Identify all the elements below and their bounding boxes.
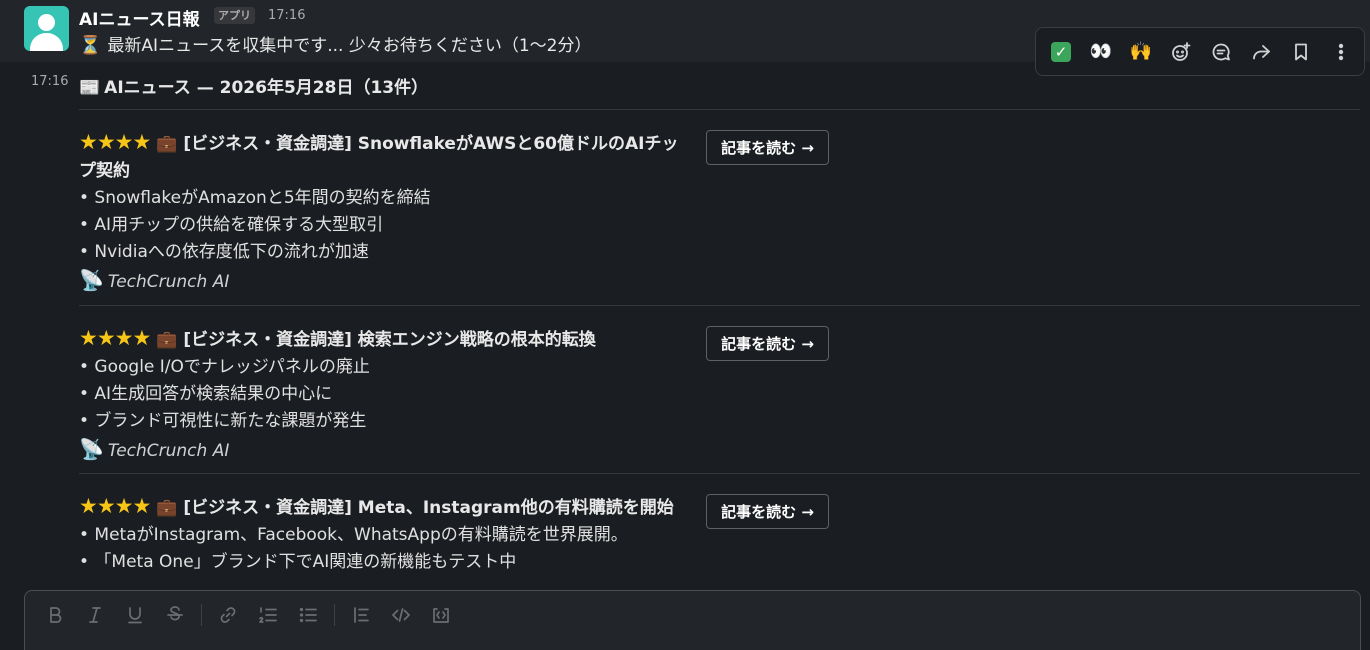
article-card: ★★★★ 💼 [ビジネス・資金調達] Meta、Instagram他の有料購読を… — [79, 493, 839, 576]
message-actions-toolbar: ✓ 👀 🙌 — [1035, 27, 1365, 76]
italic-icon — [89, 607, 101, 623]
ordered-list-button[interactable] — [248, 601, 288, 629]
bold-icon — [50, 607, 62, 623]
source-name: TechCrunch AI — [107, 272, 230, 292]
source-name: TechCrunch AI — [107, 441, 230, 461]
category-label: 💼 [ビジネス・資金調達] — [156, 330, 352, 350]
bulleted-list-icon — [299, 607, 317, 623]
raised-hands-reaction-button[interactable]: 🙌 — [1121, 32, 1161, 72]
code-icon — [392, 608, 410, 622]
more-vertical-icon — [1338, 43, 1344, 60]
article-source: 📡 TechCrunch AI — [79, 266, 839, 297]
news-digest-title: 📰 AIニュース — 2026年5月28日（13件） — [79, 73, 428, 98]
italic-button[interactable] — [75, 601, 115, 629]
code-button[interactable] — [381, 601, 421, 629]
star-rating: ★★★★ — [79, 326, 151, 350]
divider — [79, 305, 1360, 306]
category-label: 💼 [ビジネス・資金調達] — [156, 498, 352, 518]
code-block-icon — [433, 608, 449, 623]
bold-button[interactable] — [35, 601, 75, 629]
save-button[interactable] — [1281, 32, 1321, 72]
thread-icon — [1212, 43, 1230, 60]
article-title: ★★★★ 💼 [ビジネス・資金調達] Meta、Instagram他の有料購読を… — [79, 493, 695, 522]
blockquote-icon — [354, 607, 369, 623]
article-card: ★★★★ 💼 [ビジネス・資金調達] 検索エンジン戦略の根本的転換 • Goog… — [79, 325, 839, 466]
more-actions-button[interactable] — [1321, 32, 1361, 72]
sender-name[interactable]: AIニュース日報 — [79, 5, 200, 30]
article-bullet: • AI用チップの供給を確保する大型取引 — [79, 215, 384, 235]
underline-button[interactable] — [115, 601, 155, 629]
article-headline: 検索エンジン戦略の根本的転換 — [357, 330, 596, 350]
link-icon — [220, 607, 236, 623]
ordered-list-icon — [259, 607, 277, 623]
eyes-reaction-button[interactable]: 👀 — [1081, 32, 1121, 72]
article-bullet: • AI生成回答が検索結果の中心に — [79, 384, 333, 404]
hourglass-icon: ⏳ — [79, 35, 102, 56]
slack-channel-view: AIニュース日報 アプリ 17:16 ⏳ 最新AIニュースを収集中です... 少々… — [0, 0, 1370, 650]
article-bullet: • ブランド可視性に新たな課題が発生 — [79, 411, 367, 431]
message-timestamp-2[interactable]: 17:16 — [31, 74, 68, 89]
avatar-head — [38, 14, 55, 31]
news-digest-title-text: AIニュース — 2026年5月28日（13件） — [104, 78, 429, 98]
add-reaction-button[interactable] — [1161, 32, 1201, 72]
satellite-antenna-icon: 📡 — [79, 437, 104, 461]
newspaper-icon: 📰 — [79, 78, 101, 98]
satellite-antenna-icon: 📡 — [79, 268, 104, 292]
share-icon — [1253, 44, 1270, 59]
read-article-button[interactable]: 記事を読む → — [706, 130, 829, 165]
article-title: ★★★★ 💼 [ビジネス・資金調達] 検索エンジン戦略の根本的転換 — [79, 325, 695, 354]
reply-thread-button[interactable] — [1201, 32, 1241, 72]
strikethrough-icon — [167, 606, 183, 621]
add-reaction-icon — [1172, 41, 1191, 61]
star-rating: ★★★★ — [79, 494, 151, 518]
category-label: 💼 [ビジネス・資金調達] — [156, 134, 352, 154]
raised-hands-icon: 🙌 — [1129, 41, 1153, 62]
avatar-body — [30, 33, 63, 51]
article-title: ★★★★ 💼 [ビジネス・資金調達] SnowflakeがAWSと60億ドルのA… — [79, 129, 695, 185]
status-text: ⏳ 最新AIニュースを収集中です... 少々お待ちください（1〜2分） — [79, 31, 591, 56]
app-badge: アプリ — [214, 7, 255, 24]
bookmark-icon — [1295, 43, 1307, 60]
bulleted-list-button[interactable] — [288, 601, 328, 629]
eyes-icon: 👀 — [1089, 41, 1113, 62]
article-bullet: • SnowflakeがAmazonと5年間の契約を締結 — [79, 188, 431, 208]
article-source: 📡 TechCrunch AI — [79, 435, 839, 466]
strikethrough-button[interactable] — [155, 601, 195, 629]
read-article-button[interactable]: 記事を読む → — [706, 494, 829, 529]
share-button[interactable] — [1241, 32, 1281, 72]
article-headline: Meta、Instagram他の有料購読を開始 — [357, 498, 674, 518]
star-rating: ★★★★ — [79, 130, 151, 154]
avatar[interactable] — [24, 6, 69, 51]
divider — [79, 473, 1360, 474]
status-label: 最新AIニュースを収集中です... 少々お待ちください（1〜2分） — [107, 36, 592, 56]
link-button[interactable] — [208, 601, 248, 629]
message-composer[interactable] — [24, 590, 1361, 650]
check-reaction-button[interactable]: ✓ — [1041, 32, 1081, 72]
underline-icon — [128, 607, 142, 624]
article-card: ★★★★ 💼 [ビジネス・資金調達] SnowflakeがAWSと60億ドルのA… — [79, 129, 839, 297]
message-timestamp[interactable]: 17:16 — [268, 8, 305, 23]
divider — [79, 109, 1360, 110]
toolbar-separator — [334, 604, 335, 626]
toolbar-separator — [201, 604, 202, 626]
article-bullet: • Nvidiaへの依存度低下の流れが加速 — [79, 242, 369, 262]
code-block-button[interactable] — [421, 601, 461, 629]
article-bullet: • 「Meta One」ブランド下でAI関連の新機能もテスト中 — [79, 552, 517, 572]
blockquote-button[interactable] — [341, 601, 381, 629]
read-article-button[interactable]: 記事を読む → — [706, 326, 829, 361]
check-icon: ✓ — [1051, 41, 1071, 62]
formatting-toolbar — [35, 601, 461, 629]
